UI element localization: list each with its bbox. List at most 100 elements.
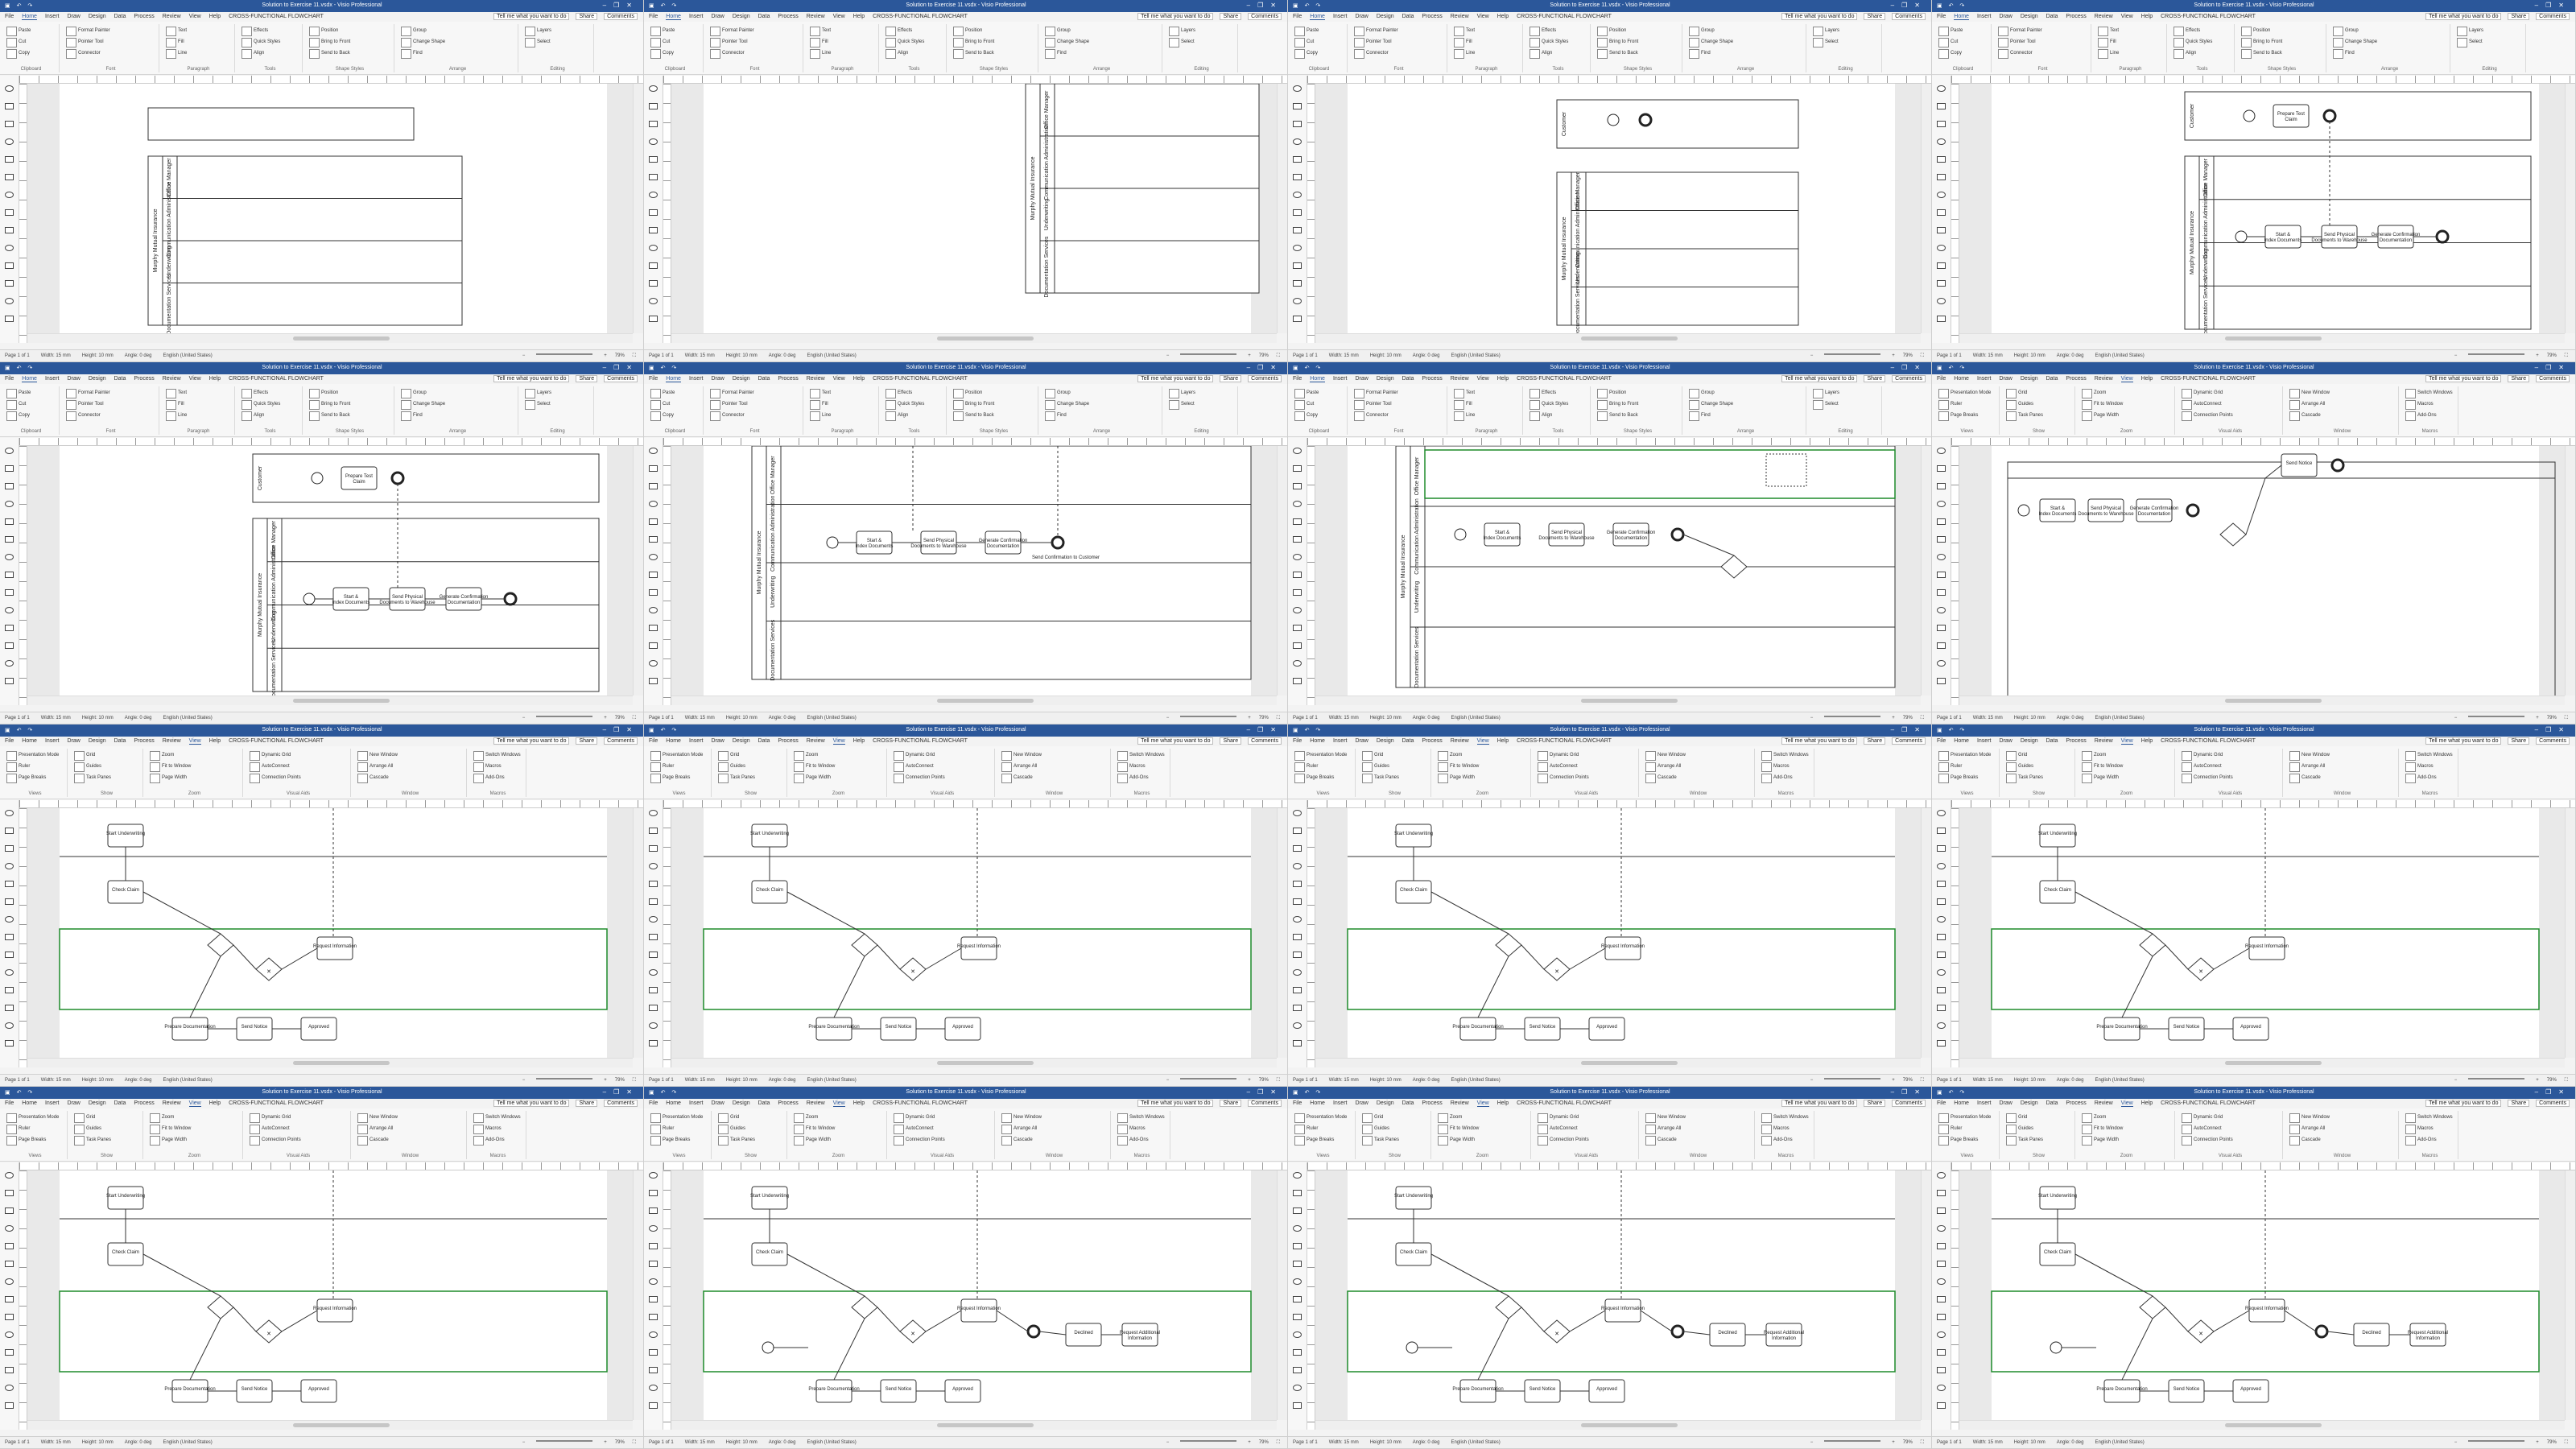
tab-view[interactable]: View [1477,376,1489,382]
change-shape-button[interactable]: Change Shape [2345,39,2377,44]
drawing-canvas[interactable]: Start Underwriting Check Claim ✕ Request In… [27,808,633,1058]
stencil-shape-icon[interactable] [1937,1190,1946,1196]
stencil-shape-icon[interactable] [1293,589,1302,596]
stencil-shape-icon[interactable] [5,156,14,163]
share-button[interactable]: Share [2508,375,2530,382]
autoconnect-button[interactable]: AutoConnect [1550,764,1578,769]
paste-button[interactable]: Paste [1307,28,1319,33]
stencil-shape-icon[interactable] [649,1402,658,1409]
tab-home[interactable]: Home [22,738,37,745]
select-button[interactable]: Select [1181,39,1195,44]
stencil-shape-icon[interactable] [649,987,658,993]
tab-review[interactable]: Review [163,376,181,382]
stencil-shape-icon[interactable] [5,1367,14,1373]
text-button[interactable]: Text [822,390,831,395]
align-button[interactable]: Align [1542,413,1552,418]
find-button[interactable]: Find [2345,51,2355,56]
tab-data[interactable]: Data [758,14,770,20]
new-window-button[interactable]: New Window [2301,753,2330,758]
fill-button[interactable]: Fill [2110,39,2116,44]
scroll-thumb[interactable] [1581,336,1678,341]
tab-view[interactable]: View [189,14,201,20]
fit-to-window-button[interactable]: Fit to Window [1450,764,1479,769]
tab-help[interactable]: Help [1497,738,1509,745]
stencil-shape-icon[interactable] [5,245,14,251]
tab-draw[interactable]: Draw [1999,738,2012,745]
send-to-back-button[interactable]: Send to Back [1609,51,1638,56]
copy-button[interactable]: Copy [1951,51,1962,56]
stencil-shape-icon[interactable] [1937,572,1946,578]
stencil-shape-icon[interactable] [649,121,658,127]
autoconnect-button[interactable]: AutoConnect [906,1126,934,1131]
tab-data[interactable]: Data [114,376,126,382]
switch-windows-button[interactable]: Switch Windows [1129,1115,1165,1120]
effects-button[interactable]: Effects [898,28,912,33]
stencil-shape-icon[interactable] [5,1402,14,1409]
stencil-shape-icon[interactable] [649,642,658,649]
text-button[interactable]: Text [1466,28,1475,33]
stencil-shape-icon[interactable] [1293,1349,1302,1356]
cut-button[interactable]: Cut [1951,39,1958,44]
stencil-shape-icon[interactable] [1293,845,1302,852]
zoom-in-icon[interactable]: + [1892,353,1895,359]
stencil-shape-icon[interactable] [5,1022,14,1029]
stencil-shape-icon[interactable] [649,174,658,180]
tab-cross-functional-flowchart[interactable]: CROSS-FUNCTIONAL FLOWCHART [1517,738,1612,745]
stencil-shape-icon[interactable] [5,845,14,852]
vertical-scrollbar[interactable] [1277,1170,1287,1420]
stencil-shape-icon[interactable] [649,845,658,852]
copy-button[interactable]: Copy [1307,413,1318,418]
tab-help[interactable]: Help [2141,376,2153,382]
tab-draw[interactable]: Draw [1355,738,1368,745]
autoconnect-button[interactable]: AutoConnect [906,764,934,769]
stencil-shape-icon[interactable] [1937,881,1946,887]
horizontal-scrollbar[interactable] [1959,1420,2565,1430]
tab-insert[interactable]: Insert [1333,738,1348,745]
dynamic-grid-button[interactable]: Dynamic Grid [2194,753,2223,758]
tab-view[interactable]: View [2121,14,2133,20]
stencil-shape-icon[interactable] [649,518,658,525]
share-button[interactable]: Share [576,1100,598,1107]
fit-page-icon[interactable]: ⛶ [2565,1078,2568,1084]
stencil-shape-icon[interactable] [649,969,658,976]
connector-button[interactable]: Connector [78,51,101,56]
switch-windows-button[interactable]: Switch Windows [1129,753,1165,758]
share-button[interactable]: Share [1220,1100,1242,1107]
tab-data[interactable]: Data [2046,738,2058,745]
zoom-out-icon[interactable]: − [522,1440,526,1446]
add-ons-button[interactable]: Add-Ons [2417,413,2437,418]
macros-button[interactable]: Macros [1773,1126,1790,1131]
close-icon[interactable]: ✕ [2558,726,2571,733]
presentation-mode-button[interactable]: Presentation Mode [1951,1115,1991,1120]
tell-me-box[interactable]: Tell me what you want to do [1781,1100,1858,1107]
stencil-shape-icon[interactable] [1293,465,1302,472]
presentation-mode-button[interactable]: Presentation Mode [663,753,703,758]
stencil-shape-icon[interactable] [1293,227,1302,233]
page-indicator[interactable]: Page 1 of 1 [1293,353,1318,358]
stencil-shape-icon[interactable] [649,501,658,507]
zoom-button[interactable]: Zoom [162,1115,174,1120]
fit-page-icon[interactable]: ⛶ [633,353,636,359]
restore-icon[interactable]: ❐ [1901,2,1914,9]
stencil-shape-icon[interactable] [1293,969,1302,976]
effects-button[interactable]: Effects [254,28,268,33]
zoom-level[interactable]: 79% [2547,353,2557,359]
page-indicator[interactable]: Page 1 of 1 [5,353,30,358]
layers-button[interactable]: Layers [1825,390,1839,395]
macros-button[interactable]: Macros [1773,764,1790,769]
scroll-thumb[interactable] [2225,699,2322,703]
guides-button[interactable]: Guides [2018,1126,2033,1131]
share-button[interactable]: Share [2508,13,2530,20]
stencil-shape-icon[interactable] [1937,1349,1946,1356]
effects-button[interactable]: Effects [254,390,268,395]
stencil-shape-icon[interactable] [1293,642,1302,649]
stencil-shape-icon[interactable] [1937,1040,1946,1046]
tab-design[interactable]: Design [1377,1100,1394,1107]
stencil-shape-icon[interactable] [5,262,14,269]
cut-button[interactable]: Cut [19,402,26,407]
tab-draw[interactable]: Draw [711,738,724,745]
tab-cross-functional-flowchart[interactable]: CROSS-FUNCTIONAL FLOWCHART [229,14,324,20]
zoom-out-icon[interactable]: − [2454,1440,2458,1446]
switch-windows-button[interactable]: Switch Windows [485,753,521,758]
tab-home[interactable]: Home [22,1100,37,1107]
